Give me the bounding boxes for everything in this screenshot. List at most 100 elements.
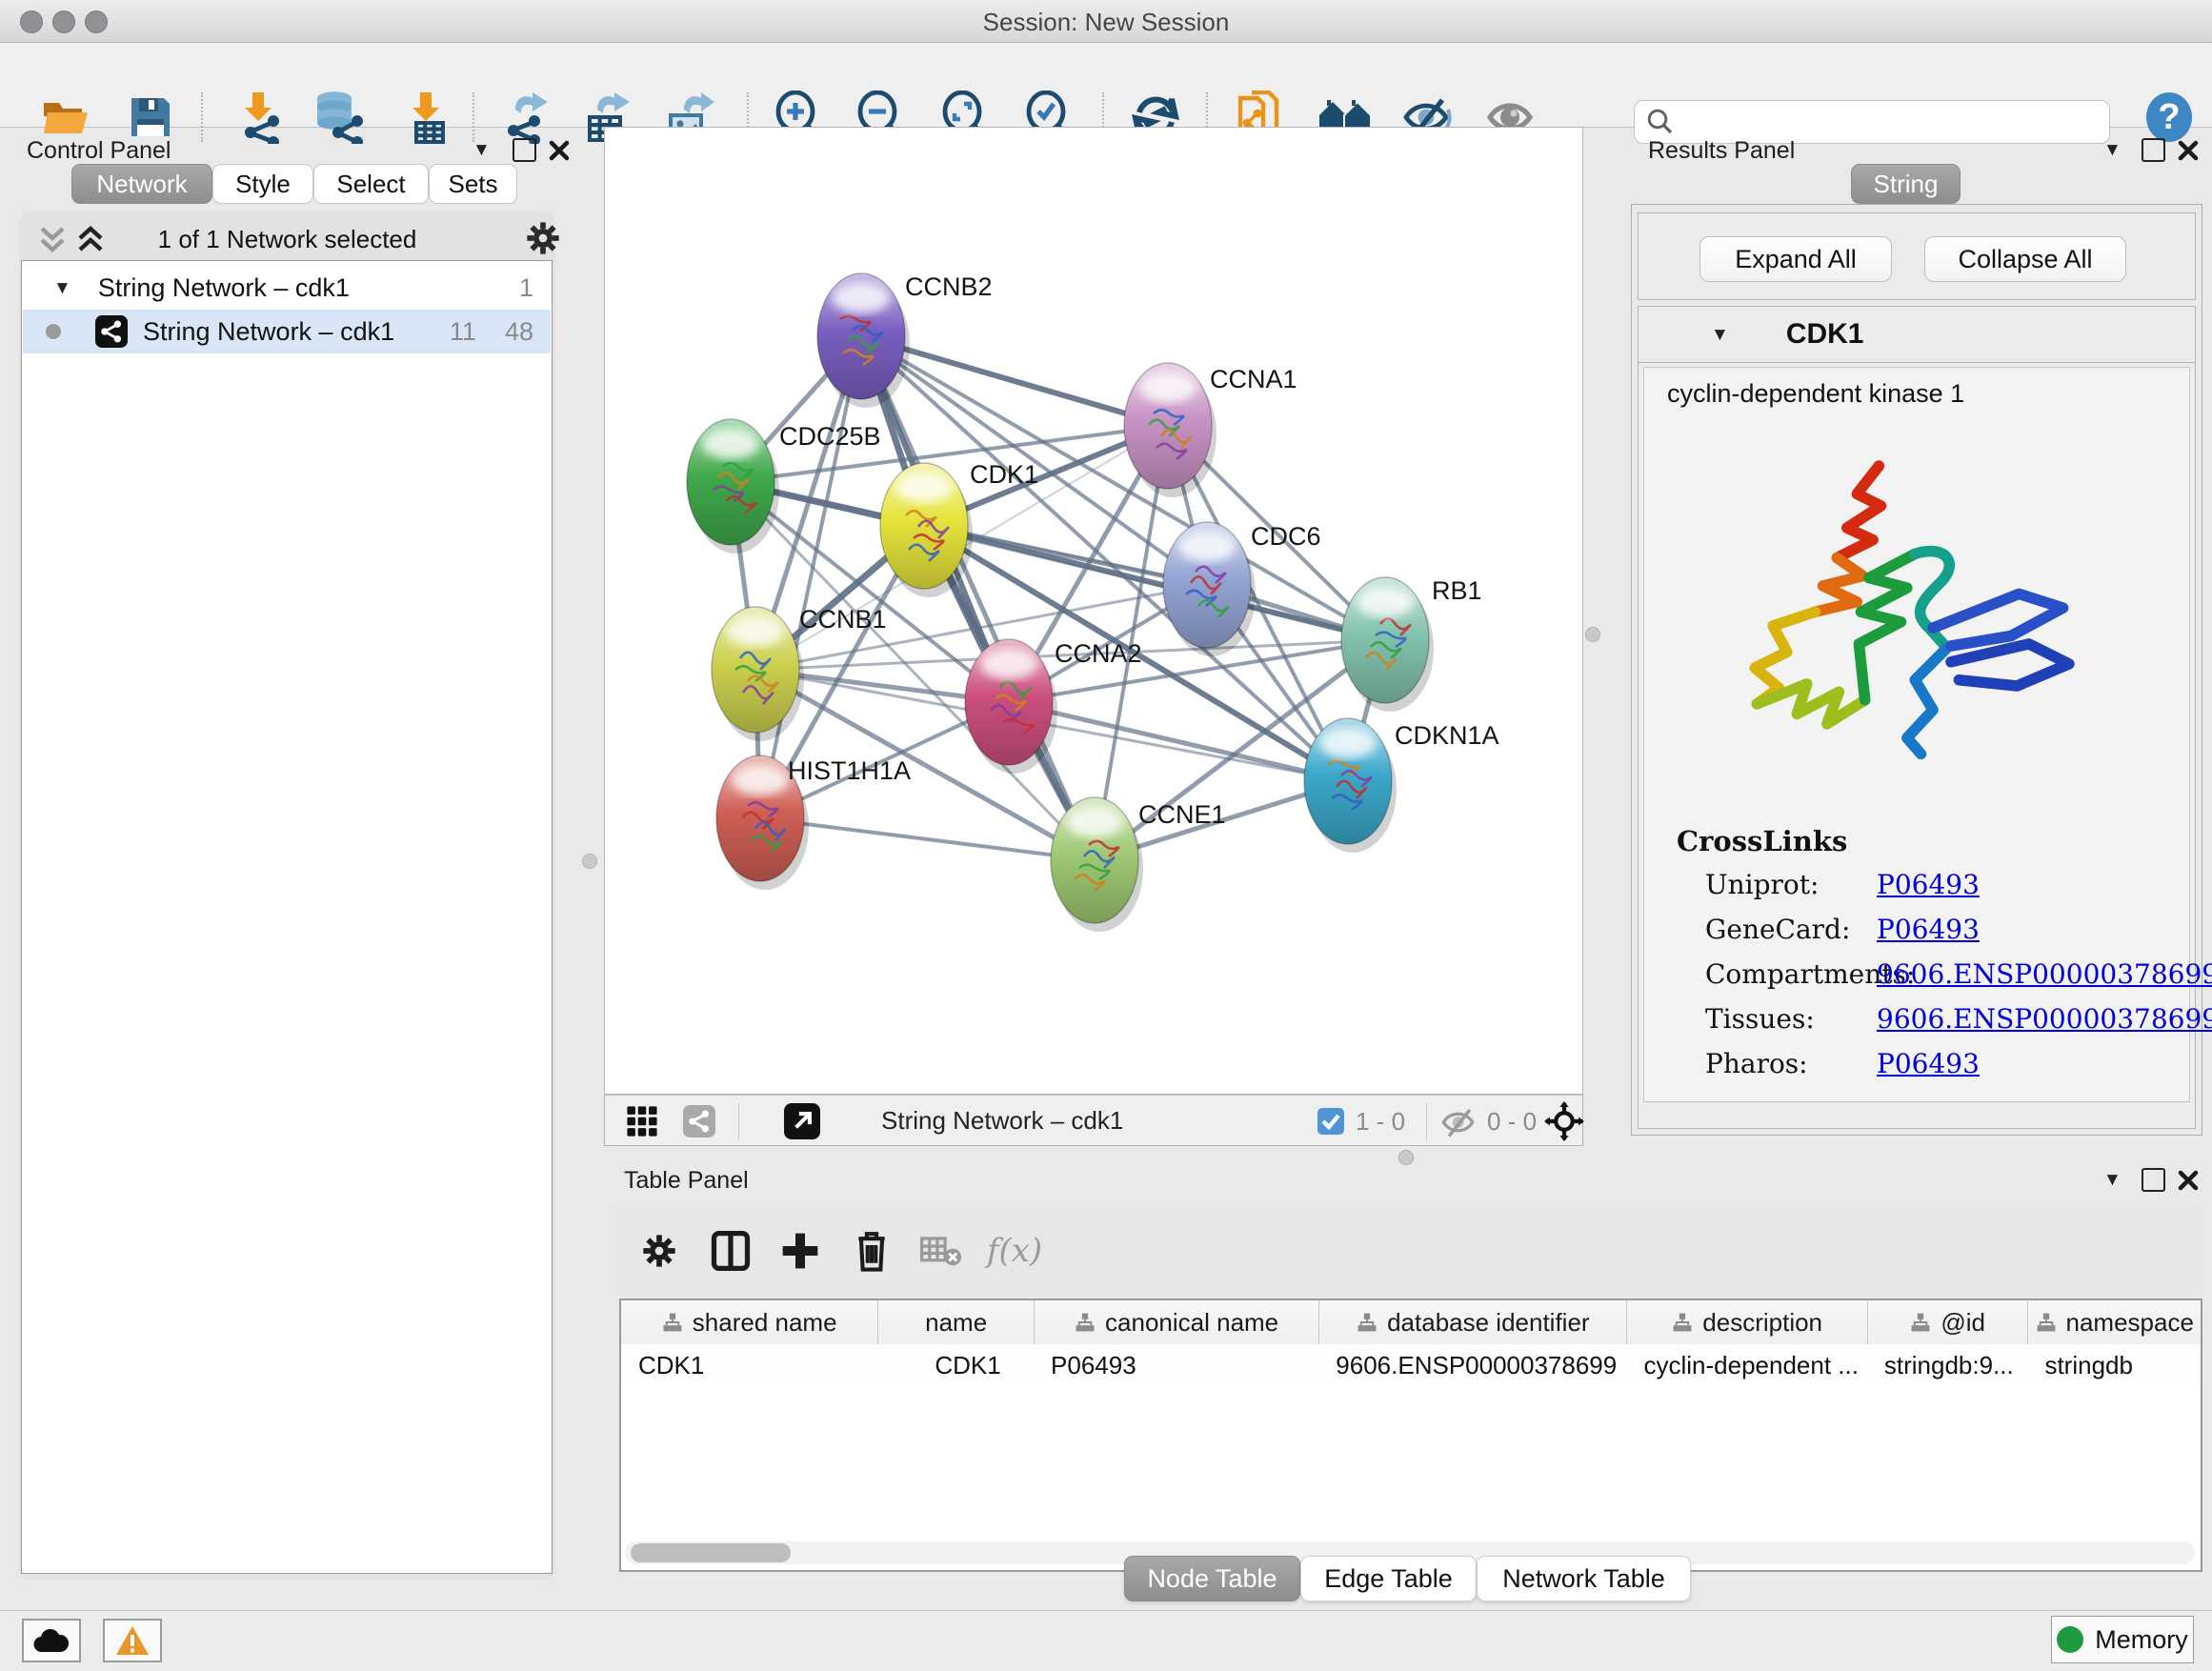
memory-label: Memory: [2095, 1625, 2188, 1655]
crosslink-link[interactable]: 9606.ENSP00000378699: [1877, 958, 2212, 990]
collapse-all-button[interactable]: Collapse All: [1924, 236, 2126, 282]
crosslink-link[interactable]: 9606.ENSP00000378699: [1877, 1003, 2212, 1035]
column-header-id[interactable]: @id: [1867, 1300, 2028, 1344]
column-type-icon: [1910, 1312, 1931, 1333]
column-type-icon: [662, 1312, 683, 1333]
selected-checkbox[interactable]: [1317, 1108, 1344, 1135]
collection-expand-icon[interactable]: ▼: [53, 279, 71, 297]
footer-network-name: String Network – cdk1: [881, 1106, 1123, 1136]
delete-column-button[interactable]: [854, 1229, 890, 1273]
network-node-CCNB1[interactable]: CCNB1: [712, 605, 887, 741]
cell-database-identifier[interactable]: 9606.ENSP00000378699: [1318, 1344, 1626, 1386]
expand-all-button[interactable]: Expand All: [1699, 236, 1892, 282]
node-label-HIST1H1A: HIST1H1A: [788, 756, 911, 785]
table-settings-button[interactable]: [640, 1232, 678, 1270]
open-in-window-icon[interactable]: [784, 1103, 820, 1139]
create-column-button[interactable]: [781, 1230, 819, 1272]
network-edge-CCNA2-CDKN1A[interactable]: [1009, 702, 1348, 781]
table-row[interactable]: CDK1 CDK1 P06493 9606.ENSP00000378699 cy…: [621, 1344, 2201, 1386]
grid-view-icon[interactable]: [626, 1105, 658, 1137]
tab-sets[interactable]: Sets: [429, 164, 517, 204]
network-row[interactable]: String Network – cdk1 11 48: [23, 310, 551, 353]
warning-icon: [115, 1625, 150, 1656]
hidden-counts: 0 - 0: [1487, 1107, 1537, 1137]
column-header-name[interactable]: name: [877, 1300, 1034, 1344]
column-header-shared-name[interactable]: shared name: [621, 1300, 877, 1344]
delete-table-button[interactable]: [920, 1234, 962, 1268]
node-label-CCNE1: CCNE1: [1138, 800, 1226, 829]
crosslink-link[interactable]: P06493: [1877, 1048, 1980, 1079]
network-collection-row[interactable]: ▼ String Network – cdk1 1: [23, 266, 551, 310]
status-bar: Memory: [0, 1610, 2212, 1671]
table-panel-float-icon[interactable]: [2142, 1168, 2165, 1192]
cloud-status-button[interactable]: [22, 1619, 81, 1662]
tab-style[interactable]: Style: [212, 164, 313, 204]
crosslink-link[interactable]: P06493: [1877, 869, 1980, 900]
column-header-namespace[interactable]: namespace: [2027, 1300, 2201, 1344]
cell-name[interactable]: CDK1: [877, 1344, 1034, 1386]
network-node-CDC25B[interactable]: CDC25B: [687, 419, 881, 554]
column-type-icon: [1075, 1312, 1096, 1333]
memory-button[interactable]: Memory: [2051, 1616, 2194, 1663]
network-canvas[interactable]: CCNB2 CCNA1 CDC25BCDK1 CDC6 RB1 CCNB1 CCNA2 CDK…: [604, 127, 1583, 1095]
network-node-CDKN1A[interactable]: CDKN1A: [1304, 718, 1499, 853]
tab-string[interactable]: String: [1851, 164, 1961, 204]
cell-canonical-name[interactable]: P06493: [1034, 1344, 1318, 1386]
control-panel-float-icon[interactable]: [513, 138, 536, 162]
network-node-CCNA1[interactable]: CCNA1: [1124, 363, 1297, 497]
network-view-toggle-icon[interactable]: [683, 1105, 715, 1137]
network-status-dot: [46, 324, 61, 339]
network-node-CCNB2[interactable]: CCNB2: [817, 272, 993, 408]
network-edge-HIST1H1A-CCNE1[interactable]: [760, 818, 1095, 860]
results-panel-float-icon[interactable]: [2142, 138, 2165, 162]
warnings-button[interactable]: [103, 1619, 162, 1662]
column-header-database-identifier[interactable]: database identifier: [1318, 1300, 1626, 1344]
table-panel-close-icon[interactable]: [2177, 1169, 2200, 1192]
scrollbar-thumb[interactable]: [631, 1543, 791, 1562]
crosslink-label: Uniprot:: [1705, 869, 1819, 900]
table-toolbar: f(x): [610, 1208, 2202, 1294]
window-title: Session: New Session: [0, 8, 2212, 37]
node-label-CDC6: CDC6: [1251, 522, 1321, 551]
column-header-canonical-name[interactable]: canonical name: [1034, 1300, 1318, 1344]
network-graph[interactable]: CCNB2 CCNA1 CDC25BCDK1 CDC6 RB1 CCNB1 CCNA2 CDK…: [605, 128, 1582, 1094]
show-columns-button[interactable]: [711, 1230, 751, 1272]
tab-select[interactable]: Select: [313, 164, 429, 204]
network-options-gear-icon[interactable]: [524, 219, 562, 257]
crosslink-row: Uniprot: P06493: [1644, 869, 2189, 913]
network-node-RB1[interactable]: RB1: [1341, 576, 1482, 712]
tab-network-table[interactable]: Network Table: [1477, 1556, 1691, 1601]
cell-namespace[interactable]: stringdb: [2027, 1344, 2201, 1386]
cell-id[interactable]: stringdb:9...: [1867, 1344, 2028, 1386]
column-header-description[interactable]: description: [1626, 1300, 1866, 1344]
control-panel-close-icon[interactable]: [548, 139, 571, 162]
right-splitter-handle[interactable]: [1585, 627, 1600, 642]
tab-node-table[interactable]: Node Table: [1124, 1556, 1300, 1601]
left-splitter-handle[interactable]: [582, 854, 597, 869]
cell-shared-name[interactable]: CDK1: [621, 1344, 877, 1386]
network-edge-count: 48: [505, 317, 533, 347]
gene-section-header[interactable]: ▼ CDK1: [1639, 307, 2195, 363]
crosslink-link[interactable]: P06493: [1877, 914, 1980, 945]
network-node-HIST1H1A[interactable]: HIST1H1A: [716, 755, 911, 890]
birdseye-crosshair-icon[interactable]: [1544, 1101, 1584, 1141]
gene-description: cyclin-dependent kinase 1: [1667, 379, 1964, 409]
tab-edge-table[interactable]: Edge Table: [1300, 1556, 1477, 1601]
table-header-row: shared name name canonical name database…: [621, 1300, 2201, 1346]
network-edge-CCNB2-HIST1H1A[interactable]: [760, 336, 861, 818]
results-panel-menu-icon[interactable]: ▼: [2103, 141, 2122, 159]
cell-description[interactable]: cyclin-dependent ...: [1626, 1344, 1866, 1386]
string-results-box: Expand All Collapse All ▼ CDK1 cyclin-de…: [1631, 204, 2202, 1136]
network-node-CCNA2[interactable]: CCNA2: [965, 639, 1142, 774]
crosslink-label: Pharos:: [1705, 1048, 1808, 1079]
network-node-CCNE1[interactable]: CCNE1: [1051, 797, 1226, 932]
gene-name: CDK1: [1786, 318, 1864, 351]
node-table: shared name name canonical name database…: [619, 1299, 2202, 1572]
control-panel-menu-icon[interactable]: ▼: [473, 141, 491, 159]
function-builder-button[interactable]: f(x): [987, 1232, 1042, 1270]
tab-network[interactable]: Network: [71, 164, 212, 204]
results-panel-close-icon[interactable]: [2177, 139, 2200, 162]
table-panel-menu-icon[interactable]: ▼: [2103, 1171, 2122, 1189]
network-node-CDK1[interactable]: CDK1: [880, 460, 1038, 597]
gene-collapse-icon[interactable]: ▼: [1711, 326, 1729, 344]
